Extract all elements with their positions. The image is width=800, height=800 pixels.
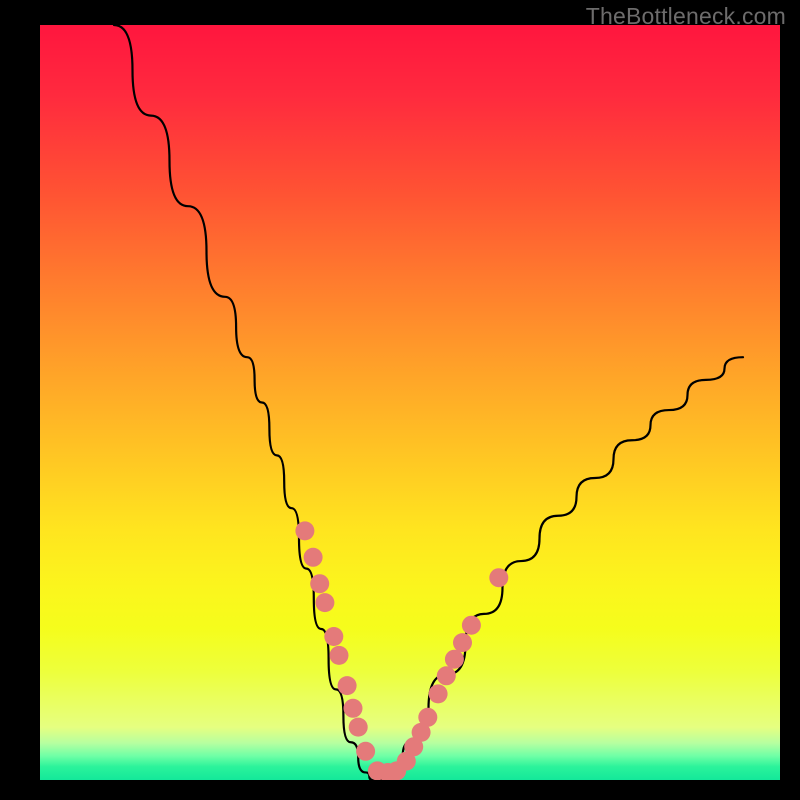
curve-marker [489, 568, 508, 587]
curve-marker [437, 666, 456, 685]
curve-marker [356, 742, 375, 761]
curve-marker [349, 718, 368, 737]
curve-marker [324, 627, 343, 646]
curve-markers [295, 521, 508, 780]
outer-frame: TheBottleneck.com [0, 0, 800, 800]
curve-marker [344, 699, 363, 718]
plot-area [40, 25, 780, 780]
bottleneck-curve [114, 25, 743, 780]
curve-marker [338, 676, 357, 695]
curve-marker [304, 548, 323, 567]
curve-marker [330, 646, 349, 665]
curve-marker [462, 616, 481, 635]
curve-marker [453, 633, 472, 652]
curve-marker [418, 708, 437, 727]
curve-marker [315, 593, 334, 612]
curve-marker [295, 521, 314, 540]
curve-marker [429, 684, 448, 703]
chart-svg [40, 25, 780, 780]
curve-marker [310, 574, 329, 593]
curve-marker [445, 650, 464, 669]
